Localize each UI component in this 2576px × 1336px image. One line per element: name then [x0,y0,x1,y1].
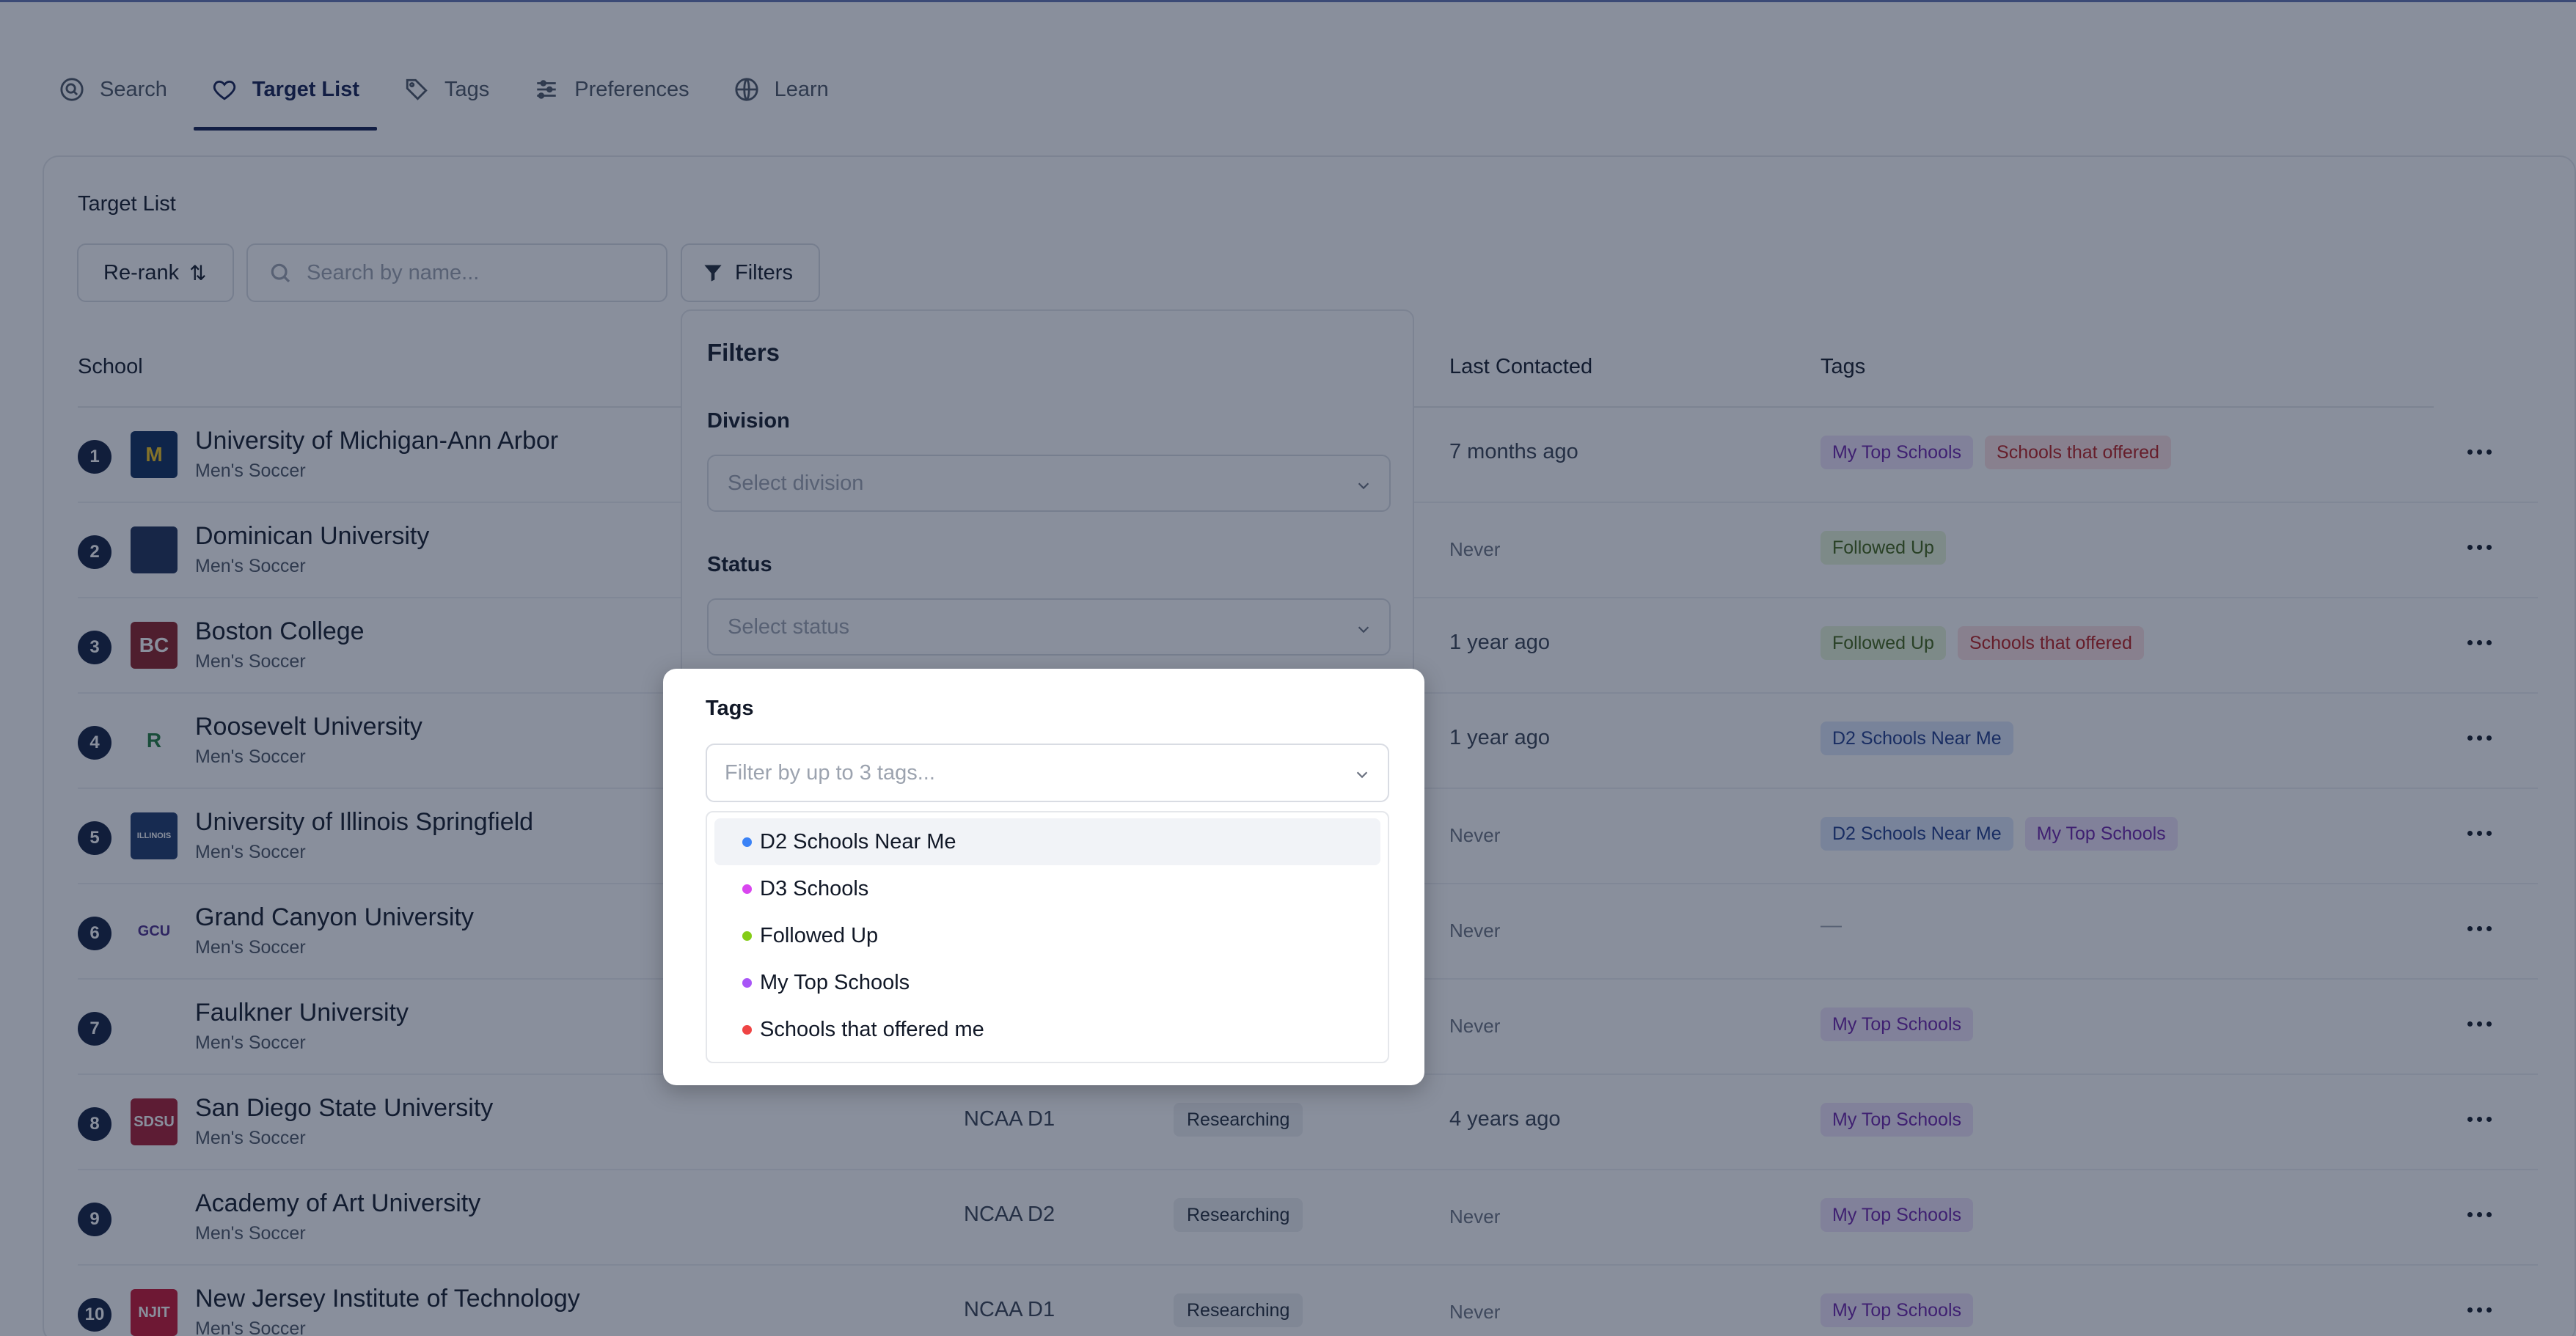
tag-option[interactable]: Schools that offered me [714,1006,1380,1053]
tag-option-label: Schools that offered me [760,1017,984,1041]
tag-color-dot [742,978,752,988]
tags-label: Tags [706,697,754,720]
tag-option[interactable]: D2 Schools Near Me [714,818,1380,865]
tag-color-dot [742,1025,752,1035]
tag-option[interactable]: D3 Schools [714,865,1380,912]
tags-filter-modal: Tags Filter by up to 3 tags... D2 School… [663,669,1424,1085]
tag-color-dot [742,884,752,894]
tag-option-label: D3 Schools [760,876,869,900]
tag-option[interactable]: Followed Up [714,912,1380,959]
tag-option[interactable]: My Top Schools [714,959,1380,1006]
tag-color-dot [742,837,752,847]
tag-option-label: My Top Schools [760,970,910,994]
tag-option-label: D2 Schools Near Me [760,829,956,854]
modal-overlay[interactable] [0,0,2576,1336]
chevron-down-icon [1354,764,1370,780]
top-edge-line [0,0,2576,2]
tags-placeholder: Filter by up to 3 tags... [725,760,935,785]
page: Search Target List Tags Preferences Lear… [0,0,2576,1336]
tags-filter-input[interactable]: Filter by up to 3 tags... [706,744,1389,802]
tags-dropdown-list: D2 Schools Near Me D3 Schools Followed Up M… [706,811,1389,1063]
tag-option-label: Followed Up [760,923,879,947]
tag-color-dot [742,931,752,941]
